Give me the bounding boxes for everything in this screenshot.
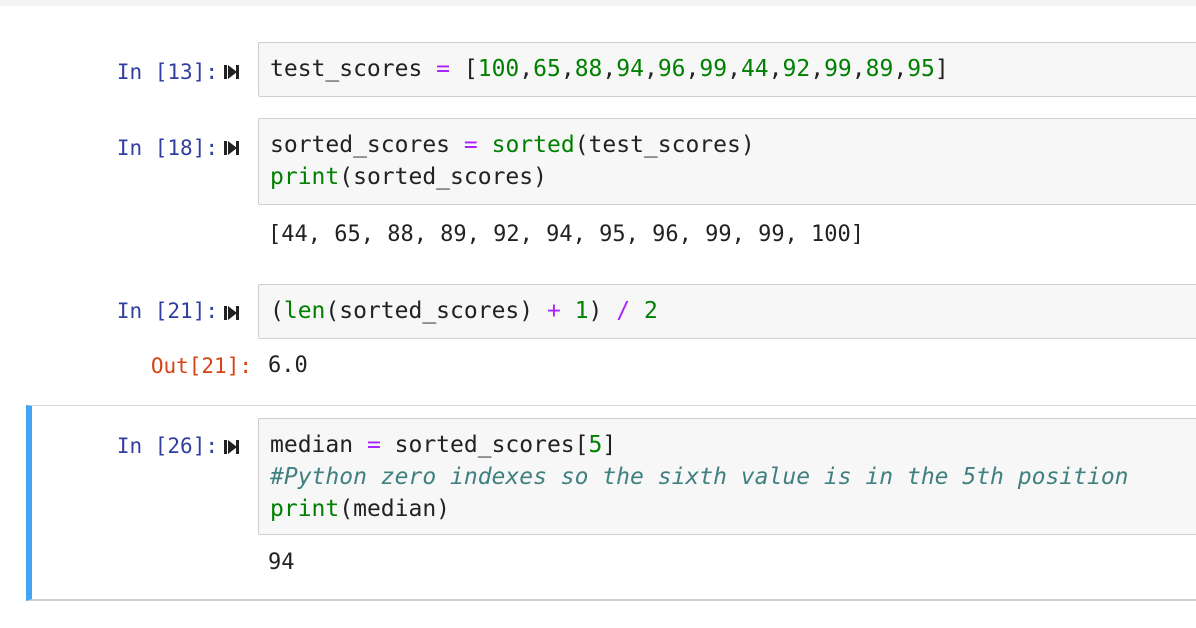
code-input[interactable]: sorted_scores = sorted(test_scores) print… bbox=[258, 118, 1196, 205]
toolbar-edge bbox=[0, 0, 1196, 6]
code-token: 2 bbox=[643, 298, 658, 324]
code-token: , bbox=[768, 56, 783, 82]
code-token: len bbox=[283, 298, 326, 324]
code-token: , bbox=[810, 56, 825, 82]
code-cell-18[interactable]: In [18]: sorted_scores = sorted(test_sco… bbox=[26, 118, 1196, 258]
code-cell-26[interactable]: In [26]: median = sorted_scores[5] #Pytho… bbox=[26, 405, 1196, 601]
code-token: 94 bbox=[616, 56, 644, 82]
code-token: , bbox=[727, 56, 741, 82]
notebook-page: In [13]: test_scores = [100,65,88,94,96,… bbox=[0, 0, 1196, 628]
code-token: , bbox=[685, 56, 700, 82]
code-line: #Python zero indexes so the sixth value … bbox=[270, 461, 1196, 493]
code-token: 96 bbox=[657, 56, 686, 82]
code-token: 92 bbox=[782, 56, 811, 82]
code-token: , bbox=[851, 56, 866, 82]
run-cell-icon[interactable] bbox=[224, 304, 240, 322]
code-token: (sorted_scores) bbox=[339, 164, 547, 190]
input-prompt: In [21]: bbox=[116, 299, 218, 323]
code-token: (median) bbox=[339, 496, 451, 522]
code-line: print(median) bbox=[270, 493, 1196, 525]
code-token: ( bbox=[270, 298, 284, 324]
execute-result: 6.0 bbox=[268, 353, 308, 378]
code-token: test_scores bbox=[270, 56, 437, 82]
output-prompt: Out[21]: bbox=[150, 354, 252, 378]
stdout-output: 94 bbox=[268, 550, 295, 575]
code-token: print bbox=[270, 496, 340, 522]
code-input[interactable]: median = sorted_scores[5] #Python zero in… bbox=[258, 418, 1196, 535]
code-token: #Python zero indexes so the sixth value … bbox=[270, 464, 1129, 490]
code-token: 100 bbox=[477, 56, 520, 82]
code-token: / bbox=[616, 298, 631, 324]
code-token: = bbox=[366, 432, 381, 458]
run-cell-icon[interactable] bbox=[224, 438, 240, 456]
code-token: , bbox=[519, 56, 534, 82]
code-line: print(sorted_scores) bbox=[270, 161, 1196, 193]
code-token: [ bbox=[450, 56, 478, 82]
code-token: = bbox=[436, 56, 451, 82]
code-token: 5 bbox=[588, 432, 603, 458]
code-line: median = sorted_scores[5] bbox=[270, 429, 1196, 461]
code-token: + bbox=[546, 298, 561, 324]
code-token: (test_scores) bbox=[574, 132, 755, 158]
code-token: 99 bbox=[699, 56, 728, 82]
code-token: ] bbox=[602, 432, 617, 458]
code-token: ) bbox=[588, 298, 617, 324]
code-token: , bbox=[560, 56, 575, 82]
code-token: 44 bbox=[740, 56, 769, 82]
code-line: test_scores = [100,65,88,94,96,99,44,92,… bbox=[270, 53, 1196, 85]
code-line: sorted_scores = sorted(test_scores) bbox=[270, 129, 1196, 161]
code-token: sorted bbox=[491, 132, 575, 158]
stdout-output: [44, 65, 88, 89, 92, 94, 95, 96, 99, 99,… bbox=[268, 222, 865, 247]
run-cell-icon[interactable] bbox=[224, 139, 240, 157]
code-token: 89 bbox=[865, 56, 894, 82]
code-token: 1 bbox=[574, 298, 589, 324]
code-token: 95 bbox=[907, 56, 935, 82]
run-cell-icon[interactable] bbox=[224, 63, 240, 81]
code-input[interactable]: (len(sorted_scores) + 1) / 2 bbox=[258, 284, 1196, 339]
code-line: (len(sorted_scores) + 1) / 2 bbox=[270, 295, 1196, 327]
code-token: 65 bbox=[533, 56, 561, 82]
code-token: print bbox=[270, 164, 340, 190]
code-token: , bbox=[602, 56, 617, 82]
input-prompt: In [18]: bbox=[116, 136, 218, 160]
code-cell-13[interactable]: In [13]: test_scores = [100,65,88,94,96,… bbox=[26, 42, 1196, 102]
code-token: sorted_scores[ bbox=[380, 432, 589, 458]
code-token: (sorted_scores) bbox=[325, 298, 547, 324]
input-prompt: In [13]: bbox=[116, 60, 218, 84]
code-token: median bbox=[270, 432, 367, 458]
code-token: , bbox=[643, 56, 658, 82]
code-token: ] bbox=[934, 56, 949, 82]
code-input[interactable]: test_scores = [100,65,88,94,96,99,44,92,… bbox=[258, 42, 1196, 97]
code-token: = bbox=[463, 132, 478, 158]
code-token: 88 bbox=[574, 56, 603, 82]
code-token: 99 bbox=[824, 56, 852, 82]
code-token: , bbox=[893, 56, 908, 82]
code-token: sorted_scores bbox=[270, 132, 464, 158]
input-prompt: In [26]: bbox=[116, 434, 218, 458]
code-cell-21[interactable]: In [21]: (len(sorted_scores) + 1) / 2 Ou… bbox=[26, 284, 1196, 384]
